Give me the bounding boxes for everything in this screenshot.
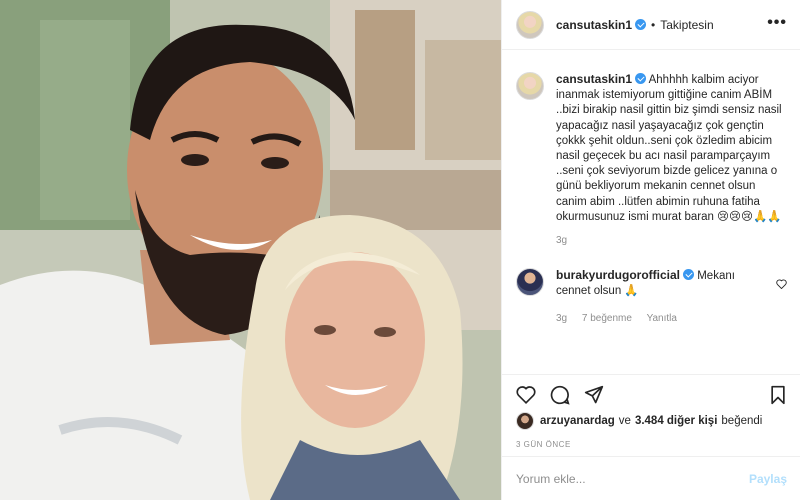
add-comment-bar: Paylaş [502,456,800,500]
caption-text-block: cansutaskin1 Ahhhhh kalbim aciyor inanma… [556,72,787,225]
comment-icon[interactable] [550,385,570,405]
liker-avatar[interactable] [516,412,534,430]
post-photo[interactable] [0,0,501,500]
small-heart-icon[interactable] [776,276,787,294]
comments-section: cansutaskin1 Ahhhhh kalbim aciyor inanma… [502,50,800,374]
likes-summary: arzuyanardag ve 3.484 diğer kişi beğendi [516,412,766,430]
comment-likes[interactable]: 7 beğenme [582,313,632,324]
likes-suffix: beğendi [721,415,763,427]
post-date[interactable]: 3 GÜN ÖNCE [516,440,571,449]
caption-avatar[interactable] [516,72,544,100]
caption-text: Ahhhhh kalbim aciyor inanmak istemiyorum… [556,74,782,223]
reply-button[interactable]: Yanıtla [647,313,677,324]
bookmark-icon[interactable] [769,385,787,405]
caption-username[interactable]: cansutaskin1 [556,72,632,86]
share-button[interactable]: Paylaş [749,472,787,486]
commenter-avatar[interactable] [516,268,544,297]
post-details-panel: cansutaskin1 • Takiptesin ••• cansutaski… [501,0,800,500]
more-icon[interactable]: ••• [767,14,787,32]
comment-text-block: burakyurdugorofficial Mekanı cennet olsu… [556,268,787,299]
author-username[interactable]: cansutaskin1 [556,18,632,32]
liker-username[interactable]: arzuyanardag [540,415,615,427]
caption-meta: 3g [556,235,787,246]
commenter-username[interactable]: burakyurdugorofficial [556,268,680,282]
author-avatar[interactable] [516,10,544,39]
likes-count[interactable]: 3.484 diğer kişi [635,415,717,427]
instagram-post: cansutaskin1 • Takiptesin ••• cansutaski… [0,0,800,500]
caption-age[interactable]: 3g [556,235,567,246]
photo-illustration [0,0,501,500]
likes-connector: ve [618,415,631,427]
verified-icon [635,19,647,30]
verified-icon [683,269,695,281]
post-header: cansutaskin1 • Takiptesin ••• [502,0,800,50]
comment-meta: 3g 7 beğenme Yanıtla [556,313,787,324]
verified-icon [635,73,647,84]
comment-age[interactable]: 3g [556,313,567,324]
comment-item: burakyurdugorofficial Mekanı cennet olsu… [516,268,787,324]
caption: cansutaskin1 Ahhhhh kalbim aciyor inanma… [516,72,787,246]
follow-status[interactable]: Takiptesin [660,18,713,32]
action-bar [502,374,800,414]
separator-dot: • [651,17,656,32]
heart-icon[interactable] [516,385,536,404]
share-icon[interactable] [584,385,604,405]
comment-input[interactable] [516,471,749,486]
